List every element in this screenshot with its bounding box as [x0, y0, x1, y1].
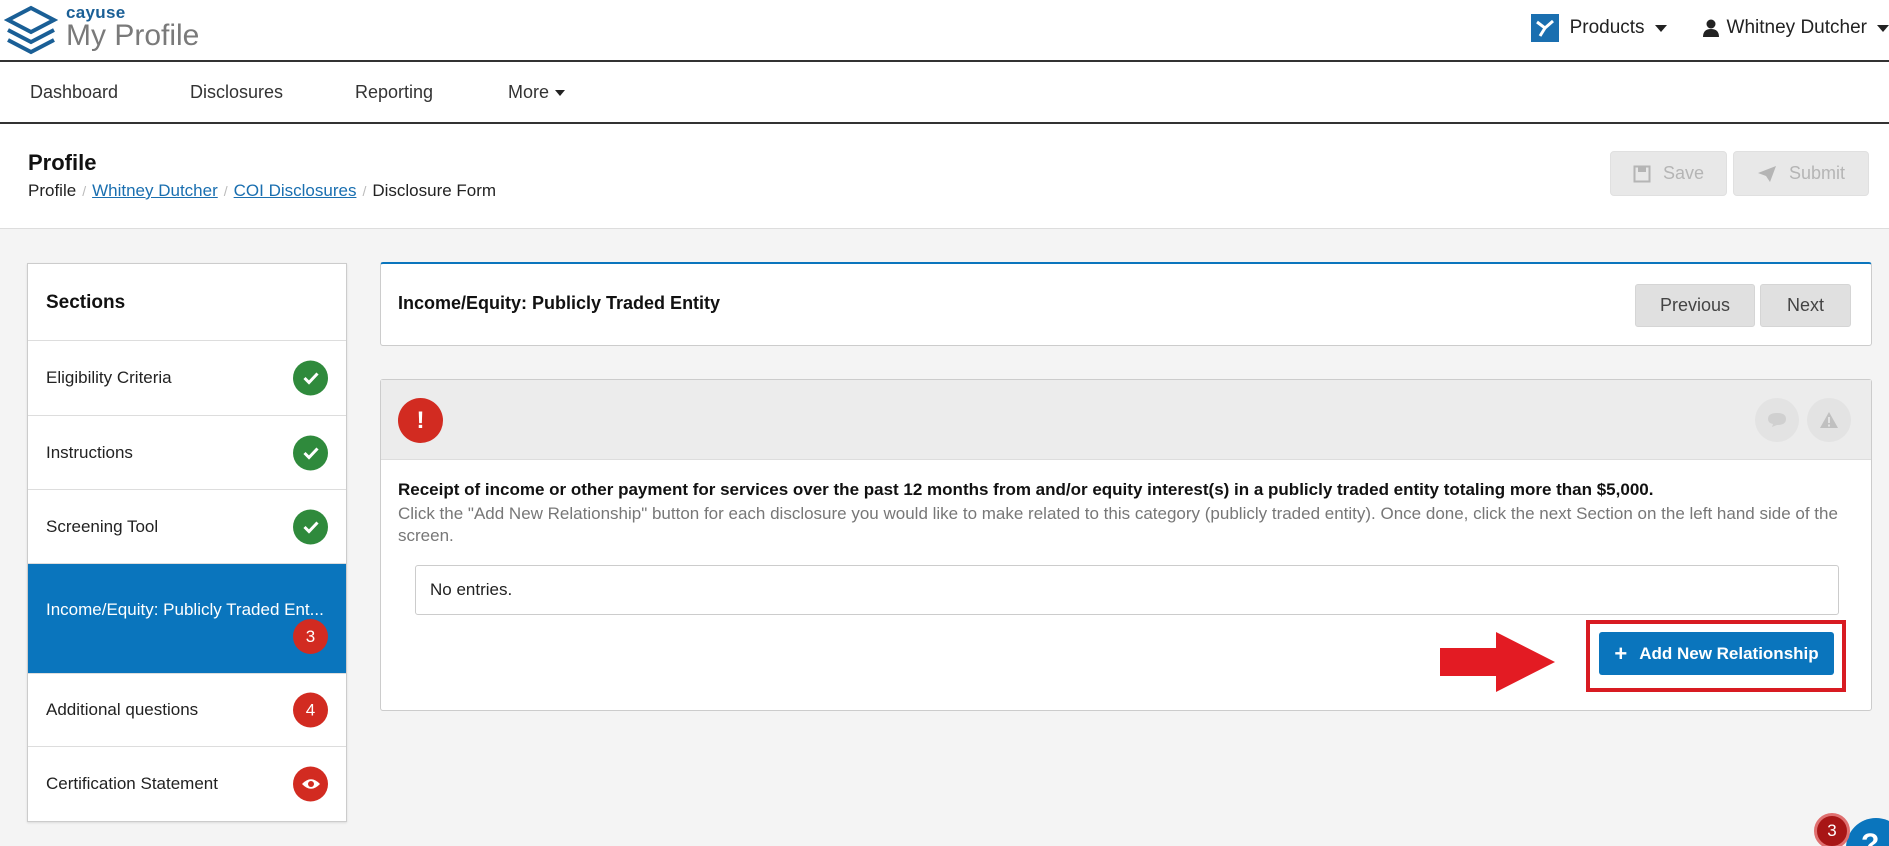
cayuse-logo-icon	[4, 5, 58, 55]
products-label: Products	[1569, 17, 1645, 38]
sidebar-item-label: Eligibility Criteria	[46, 368, 172, 387]
page-title: Profile	[28, 150, 97, 175]
breadcrumb-current: Disclosure Form	[372, 181, 497, 200]
alert-icon: !	[398, 398, 443, 443]
app-logo[interactable]: cayuse My Profile	[4, 4, 199, 56]
nav-disclosures[interactable]: Disclosures	[190, 82, 283, 103]
sidebar-item-label: Additional questions	[46, 700, 199, 719]
question-header: !	[381, 380, 1871, 460]
breadcrumb-separator: /	[223, 183, 228, 199]
nav-reporting[interactable]: Reporting	[355, 82, 433, 103]
paper-plane-icon	[1757, 165, 1776, 182]
check-icon	[293, 360, 328, 396]
breadcrumb-separator: /	[82, 183, 87, 199]
save-icon	[1633, 165, 1651, 182]
check-icon	[293, 509, 328, 544]
error-count-badge: 3	[293, 619, 328, 654]
breadcrumb-item: Profile	[28, 181, 77, 200]
user-name: Whitney Dutcher	[1726, 17, 1867, 38]
sidebar-item-label: Certification Statement	[46, 774, 218, 793]
chevron-down-icon	[555, 90, 566, 97]
nav-dashboard[interactable]: Dashboard	[30, 82, 118, 103]
help-symbol: ?	[1861, 828, 1880, 846]
breadcrumb-separator: /	[362, 183, 367, 199]
error-count-badge: 4	[293, 692, 328, 728]
annotation-highlight-box	[1586, 620, 1846, 692]
submit-button[interactable]: Submit	[1733, 151, 1869, 196]
section-header-card: Income/Equity: Publicly Traded Entity Pr…	[380, 262, 1872, 346]
save-label: Save	[1662, 163, 1705, 183]
top-header: cayuse My Profile Products Whitney Dutch…	[0, 0, 1889, 62]
sidebar-item-certification[interactable]: Certification Statement	[28, 747, 346, 821]
user-menu[interactable]: Whitney Dutcher	[1702, 17, 1889, 39]
help-widget-button[interactable]: ?	[1846, 818, 1889, 846]
products-menu[interactable]: Products	[1530, 14, 1667, 42]
logo-app-name: My Profile	[66, 19, 200, 52]
chevron-down-icon	[1877, 24, 1889, 32]
submit-label: Submit	[1788, 163, 1846, 183]
nav-more[interactable]: More	[508, 82, 566, 103]
eye-icon	[293, 766, 328, 802]
entries-list-empty: No entries.	[415, 565, 1839, 615]
previous-button[interactable]: Previous	[1635, 284, 1755, 327]
question-text: Receipt of income or other payment for s…	[398, 480, 1654, 499]
question-help-text: Click the "Add New Relationship" button …	[398, 504, 1838, 545]
nav-more-label: More	[508, 82, 550, 102]
main-nav: Dashboard Disclosures Reporting More	[0, 62, 1889, 124]
sidebar-item-screening[interactable]: Screening Tool	[28, 490, 346, 564]
products-icon	[1530, 14, 1559, 42]
sidebar-item-label: Income/Equity: Publicly Traded Ent...	[46, 600, 324, 619]
next-button[interactable]: Next	[1760, 284, 1851, 327]
user-icon	[1702, 19, 1719, 37]
sidebar-item-additional-questions[interactable]: Additional questions 4	[28, 674, 346, 747]
section-title: Income/Equity: Publicly Traded Entity	[398, 293, 721, 313]
annotation-arrow-icon	[1440, 632, 1555, 692]
breadcrumb: Profile / Whitney Dutcher / COI Disclosu…	[28, 181, 496, 201]
breadcrumb-link-user[interactable]: Whitney Dutcher	[92, 181, 218, 201]
help-notification-badge: 3	[1814, 813, 1850, 846]
sidebar-heading: Sections	[28, 264, 346, 341]
sidebar-item-income-equity[interactable]: Income/Equity: Publicly Traded Ent... 3	[28, 564, 346, 674]
breadcrumb-link-coi[interactable]: COI Disclosures	[234, 181, 357, 201]
sidebar-item-label: Instructions	[46, 442, 133, 462]
sidebar-item-eligibility[interactable]: Eligibility Criteria	[28, 341, 346, 416]
sections-sidebar: Sections Eligibility Criteria Instructio…	[27, 263, 347, 822]
chevron-down-icon	[1654, 24, 1667, 32]
check-icon	[293, 435, 328, 470]
warning-icon[interactable]	[1807, 398, 1851, 442]
sidebar-item-label: Screening Tool	[46, 516, 159, 536]
page-header: Profile Profile / Whitney Dutcher / COI …	[0, 124, 1889, 229]
save-button[interactable]: Save	[1610, 151, 1727, 196]
comment-icon[interactable]	[1755, 398, 1799, 442]
sidebar-item-instructions[interactable]: Instructions	[28, 416, 346, 490]
